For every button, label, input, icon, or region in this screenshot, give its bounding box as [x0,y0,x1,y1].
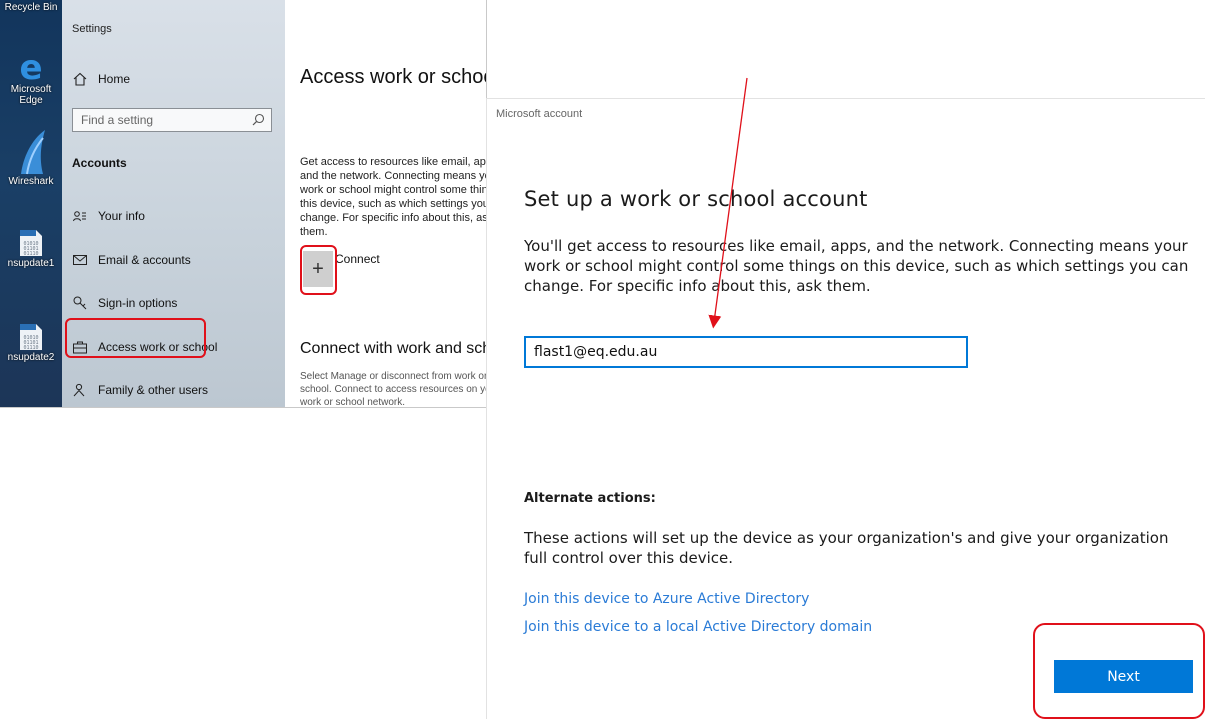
join-local-ad-link[interactable]: Join this device to a local Active Direc… [524,619,872,635]
home-icon [72,71,88,87]
microsoft-account-dialog: Microsoft account Set up a work or schoo… [486,98,1205,719]
svg-text:01110: 01110 [23,251,38,257]
desktop-icon-wireshark[interactable]: Wireshark [0,128,62,187]
alternate-actions-description: These actions will set up the device as … [524,529,1169,567]
desktop-icon-edge[interactable]: e Microsoft Edge [0,50,62,106]
search-icon[interactable] [252,113,265,129]
person-info-icon [72,208,88,224]
edge-label: Microsoft Edge [10,84,52,106]
nav-home[interactable]: Home [72,71,130,87]
nav-home-label: Home [98,72,131,86]
nsupdate1-label: nsupdate1 [7,258,55,269]
settings-main-pane: Access work or school Get access to reso… [285,0,486,407]
binary-file-icon: 01010 01101 01110 [0,322,62,352]
nav-sign-in-options-label: Sign-in options [98,296,178,310]
nav-sign-in-options[interactable]: Sign-in options [72,295,177,311]
app-title: Settings [72,23,112,35]
dialog-top-border [486,98,1205,99]
highlight-connect-button [300,245,337,295]
nav-family-other-users[interactable]: Family & other users [72,382,208,398]
people-icon [72,382,88,398]
find-setting-search[interactable]: Find a setting [72,108,272,132]
svg-text:e: e [19,50,42,84]
nav-family-other-users-label: Family & other users [98,383,209,397]
nav-your-info[interactable]: Your info [72,208,145,224]
highlight-next-button [1033,623,1205,719]
dialog-title: Set up a work or school account [524,187,868,211]
desktop-strip: Recycle Bin e Microsoft Edge Wireshark 0… [0,0,62,407]
desktop-icon-nsupdate2[interactable]: 01010 01101 01110 nsupdate2 [0,322,62,363]
settings-sidebar: Settings Home Find a setting Accounts Yo… [62,0,285,407]
email-field[interactable] [524,336,968,368]
nsupdate2-label: nsupdate2 [7,352,55,363]
page-description: Get access to resources like email, apps… [300,156,486,238]
join-azure-ad-link[interactable]: Join this device to Azure Active Directo… [524,591,809,607]
dialog-left-border [486,98,487,719]
highlight-access-work-or-school [65,318,206,358]
mail-icon [72,252,88,268]
page-title: Access work or school [300,66,486,88]
wireshark-label: Wireshark [8,176,54,187]
desktop-icon-recycle-bin[interactable]: Recycle Bin [0,2,62,13]
dialog-caption: Microsoft account [496,108,583,120]
key-icon [72,295,88,311]
nav-email-accounts[interactable]: Email & accounts [72,252,191,268]
desktop-icon-nsupdate1[interactable]: 01010 01101 01110 nsupdate1 [0,228,62,269]
settings-screenshot: Recycle Bin e Microsoft Edge Wireshark 0… [0,0,487,408]
connect-label[interactable]: Connect [335,252,380,266]
binary-file-icon: 01010 01101 01110 [0,228,62,258]
section-subtitle: Connect with work and school [300,340,486,357]
dialog-description: You'll get access to resources like emai… [524,237,1189,295]
alternate-actions-heading: Alternate actions: [524,491,656,506]
wireshark-icon [0,128,62,176]
recycle-bin-label: Recycle Bin [4,2,58,13]
nav-your-info-label: Your info [98,209,145,223]
section-subdescription: Select Manage or disconnect from work or… [300,371,486,407]
svg-text:01110: 01110 [23,345,38,351]
nav-email-accounts-label: Email & accounts [98,253,191,267]
section-accounts: Accounts [72,156,127,170]
search-placeholder: Find a setting [81,113,154,127]
edge-icon: e [13,50,49,84]
